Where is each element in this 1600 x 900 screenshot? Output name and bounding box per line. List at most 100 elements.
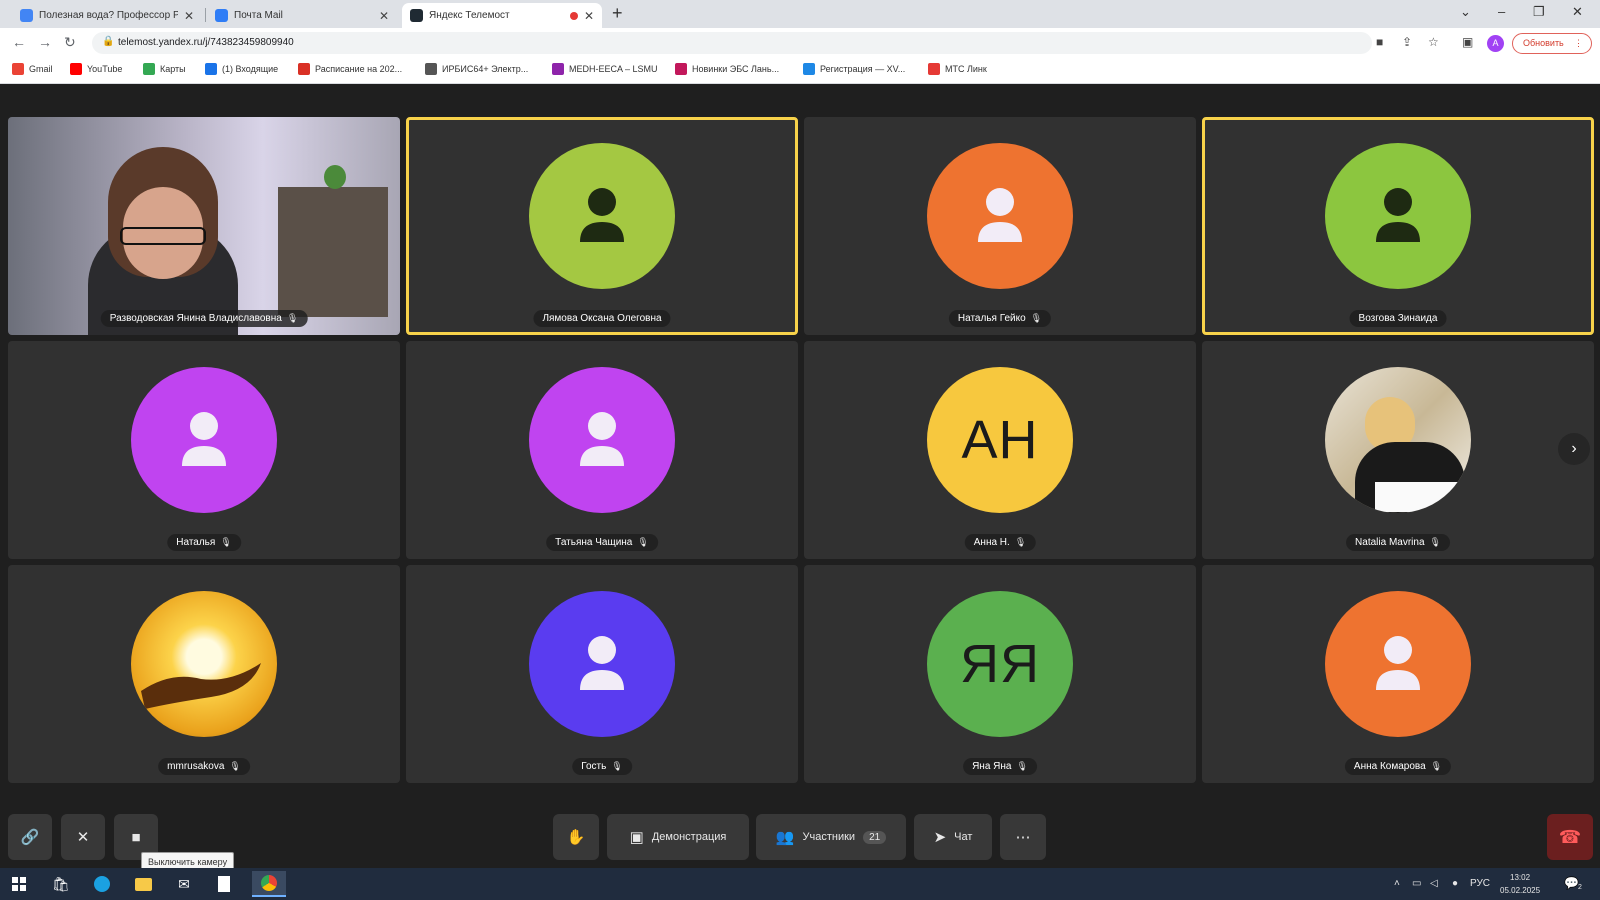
bookmark-medh[interactable]: MEDH-EECA – LSMU [552,63,658,75]
tray-mic-icon[interactable]: ● [1452,878,1458,889]
bookmarks-bar: Gmail YouTube Карты (1) Входящие Расписа… [0,58,1600,84]
close-window-icon[interactable]: ✕ [1572,4,1583,20]
restore-icon[interactable]: ❐ [1533,4,1545,20]
participant-tile[interactable]: Гость 🎙 [406,565,798,783]
participants-label: Участники [802,831,856,843]
bookmark-mts-link[interactable]: МТС Линк [928,63,987,75]
close-tab-icon[interactable]: ✕ [584,9,594,23]
bookmark-lan[interactable]: Новинки ЭБС Лань... [675,63,779,75]
edge-icon[interactable] [91,874,113,894]
participants-button[interactable]: 👥 Участники 21 [756,814,906,860]
new-tab-icon[interactable]: + [612,3,623,24]
participant-tile[interactable]: Наталья 🎙 [8,341,400,559]
volume-icon[interactable]: ◁ [1430,878,1438,889]
close-tab-icon[interactable]: ✕ [379,9,389,23]
bookmark-gmail[interactable]: Gmail [12,63,53,75]
network-icon[interactable]: ▭ [1412,878,1421,889]
address-bar[interactable]: 🔒 telemost.yandex.ru/j/743823459809940 [92,32,1372,54]
schedule-icon [298,63,310,75]
file-explorer-icon[interactable] [132,874,154,894]
profile-avatar[interactable]: A [1487,35,1504,52]
copy-link-button[interactable]: 🔗 [8,814,52,860]
more-options-button[interactable]: ⋯ [1000,814,1046,860]
avatar-initials: АН [961,410,1039,470]
participant-name: Татьяна Чащина [555,537,633,548]
tab-search-icon[interactable]: ⌄ [1460,4,1471,20]
menu-dots-icon[interactable]: ⋮ [1574,34,1583,53]
raise-hand-button[interactable]: ✋ [553,814,599,860]
participant-tile[interactable]: Natalia Mavrina 🎙 [1202,341,1594,559]
mail-app-icon[interactable]: ✉ [173,874,195,894]
mic-muted-icon: 🎙 [286,313,299,323]
tray-chevron-icon[interactable]: ˄ [1394,878,1400,889]
tab-2-active[interactable]: Яндекс Телемост ✕ [402,3,602,28]
bookmark-star-icon[interactable]: ☆ [1428,35,1439,49]
maps-icon [143,63,155,75]
chat-label: Чат [954,831,973,843]
participant-tile[interactable]: Наталья Гейко 🎙 [804,117,1196,335]
tab-title: Полезная вода? Профессор Ро [39,10,178,21]
leave-call-button[interactable]: ☎ [1547,814,1593,860]
next-page-button[interactable]: › [1558,433,1590,465]
input-language[interactable]: РУС [1470,878,1490,889]
participant-name-pill: Natalia Mavrina 🎙 [1346,534,1450,551]
bookmark-schedule[interactable]: Расписание на 202... [298,63,402,75]
start-menu-icon[interactable] [8,874,30,894]
side-panel-icon[interactable]: ▣ [1462,35,1473,49]
participant-tile[interactable]: Татьяна Чащина 🎙 [406,341,798,559]
participant-tile[interactable]: Лямова Оксана Олеговна [406,117,798,335]
share-icon[interactable]: ⇪ [1402,35,1412,49]
bookmark-label: (1) Входящие [222,64,279,74]
participant-tile[interactable]: Возгова Зинаида [1202,117,1594,335]
forward-icon[interactable]: → [38,34,52,50]
link-icon: 🔗 [20,829,40,846]
irbis-icon [425,63,437,75]
sunset-hand-avatar [131,591,277,737]
chat-button[interactable]: ➤ Чат [914,814,992,860]
bookmark-label: Карты [160,64,186,74]
bookmark-irbis[interactable]: ИРБИС64+ Электр... [425,63,528,75]
participant-name-pill: Наталья 🎙 [167,534,241,551]
chrome-taskbar-icon[interactable] [252,871,286,897]
bookmark-youtube[interactable]: YouTube [70,63,122,75]
tab-favicon-icon [20,9,33,22]
recording-indicator-icon [569,11,578,20]
participant-name-pill: Татьяна Чащина 🎙 [546,534,658,551]
participant-tile[interactable]: ЯЯ Яна Яна 🎙 [804,565,1196,783]
bookmark-registration[interactable]: Регистрация — XV... [803,63,905,75]
camera-in-use-icon[interactable]: ■ [1376,35,1383,49]
participant-name: Анна Н. [973,537,1010,548]
tab-title: Яндекс Телемост [429,10,510,21]
tab-0[interactable]: Полезная вода? Профессор Ро ✕ [12,3,202,28]
store-icon[interactable]: 🛍 [50,874,72,894]
mic-off-icon: ✕ [76,829,90,846]
bookmark-inbox[interactable]: (1) Входящие [205,63,278,75]
clock[interactable]: 13:02 05.02.2025 [1500,871,1540,897]
participant-name: Гость [581,761,607,772]
address-toolbar: ← → ↻ 🔒 telemost.yandex.ru/j/74382345980… [0,28,1600,58]
participant-tile[interactable]: АН Анна Н. 🎙 [804,341,1196,559]
close-tab-icon[interactable]: ✕ [184,9,194,23]
microphone-button[interactable]: ✕ [61,814,105,860]
back-icon[interactable]: ← [12,34,26,50]
document-icon[interactable] [213,874,235,894]
participant-tile[interactable]: Анна Комарова 🎙 [1202,565,1594,783]
mic-muted-icon: 🎙 [1430,761,1443,771]
bookmark-label: Gmail [29,64,53,74]
minimize-icon[interactable]: – [1498,4,1505,19]
update-browser-button[interactable]: Обновить ⋮ [1512,33,1592,54]
reload-icon[interactable]: ↻ [64,34,76,51]
bookmark-maps[interactable]: Карты [143,63,186,75]
chevron-right-icon: › [1571,440,1577,457]
screen-share-button[interactable]: ▣ Демонстрация [607,814,749,860]
profile-photo-avatar [1325,367,1471,513]
participant-tile[interactable]: Разводовская Янина Владиславовна 🎙 [8,117,400,335]
participant-name: Лямова Оксана Олеговна [542,313,662,324]
participant-name-pill: Яна Яна 🎙 [963,758,1037,775]
lock-icon[interactable]: 🔒 [102,36,114,47]
notifications-icon[interactable]: 💬 [1564,876,1579,890]
participant-tile[interactable]: mmrusakova 🎙 [8,565,400,783]
mic-muted-icon: 🎙 [229,761,241,771]
tab-1[interactable]: Почта Mail ✕ [207,3,397,28]
gmail-icon [12,63,24,75]
